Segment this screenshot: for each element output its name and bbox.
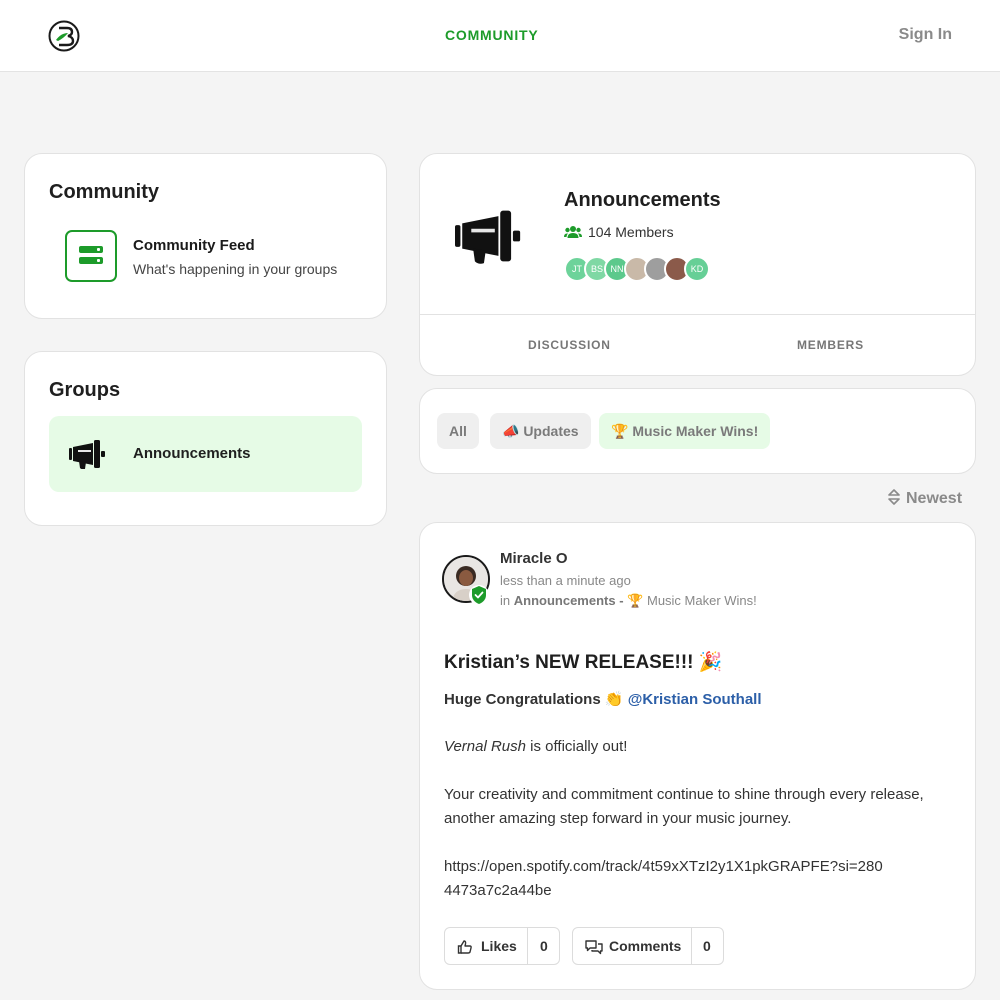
comments-button[interactable]: Comments 0: [572, 927, 724, 965]
feed-icon[interactable]: [65, 230, 117, 282]
tabs-divider: [420, 314, 975, 315]
post-topic-link[interactable]: 🏆 Music Maker Wins!: [627, 593, 757, 608]
megaphone-icon: [455, 210, 521, 264]
community-feed-subtitle: What's happening in your groups: [133, 261, 338, 277]
comments-label: Comments: [609, 938, 682, 954]
groups-heading: Groups: [49, 379, 121, 401]
likes-count: 0: [540, 938, 548, 954]
post-congrats: Huge Congratulations 👏 @Kristian Southal…: [444, 691, 762, 708]
post-paragraph: Your creativity and commitment continue …: [444, 786, 924, 827]
filter-card: All 📣 Updates 🏆 Music Maker Wins!: [419, 388, 976, 474]
megaphone-icon: [69, 440, 105, 469]
post-card: Miracle O less than a minute ago in Anno…: [419, 522, 976, 990]
verified-badge-icon: [469, 585, 489, 605]
comments-count: 0: [703, 938, 711, 954]
likes-button[interactable]: Likes 0: [444, 927, 560, 965]
mention-link[interactable]: @Kristian Southall: [628, 691, 762, 708]
tab-discussion[interactable]: DISCUSSION: [528, 338, 611, 352]
group-item-label: Announcements: [133, 445, 251, 462]
post-title: Kristian’s NEW RELEASE!!! 🎉: [444, 652, 723, 673]
comments-icon: [585, 940, 603, 955]
filter-chip-updates[interactable]: 📣 Updates: [490, 413, 591, 449]
filter-chip-music-maker-wins[interactable]: 🏆 Music Maker Wins!: [599, 413, 771, 449]
users-icon: [564, 226, 582, 238]
sort-dropdown[interactable]: Newest: [888, 489, 962, 508]
sort-label: Newest: [906, 490, 963, 507]
post-timestamp: less than a minute ago: [500, 573, 631, 588]
nav-community-link[interactable]: COMMUNITY: [445, 27, 539, 43]
post-release-line: Vernal Rush is officially out!: [444, 738, 628, 755]
post-group-link[interactable]: Announcements: [514, 593, 616, 608]
post-author[interactable]: Miracle O: [500, 550, 568, 567]
members-count: 104 Members: [564, 224, 674, 240]
thumbs-up-icon: [457, 940, 472, 954]
sort-icon: [888, 489, 900, 505]
community-heading: Community: [49, 181, 159, 203]
group-header-card: Announcements 104 Members JT BS NN KD DI…: [419, 153, 976, 376]
top-bar: COMMUNITY Sign In: [0, 0, 1000, 72]
community-card: Community Community Feed What's happenin…: [24, 153, 387, 319]
brand-logo[interactable]: [47, 19, 81, 53]
groups-card: Groups Announcements: [24, 351, 387, 526]
community-feed-link[interactable]: Community Feed: [133, 237, 255, 254]
likes-label: Likes: [481, 938, 517, 954]
sign-in-link[interactable]: Sign In: [899, 26, 952, 44]
group-item-announcements[interactable]: Announcements: [49, 416, 362, 492]
filter-chip-all[interactable]: All: [437, 413, 479, 449]
post-location: in Announcements - 🏆 Music Maker Wins!: [500, 593, 757, 608]
post-link[interactable]: https://open.spotify.com/track/4t59xXTzI…: [444, 855, 884, 903]
avatar[interactable]: KD: [684, 256, 710, 282]
tab-members[interactable]: MEMBERS: [797, 338, 864, 352]
group-title: Announcements: [564, 189, 721, 211]
members-count-text: 104 Members: [588, 224, 674, 240]
